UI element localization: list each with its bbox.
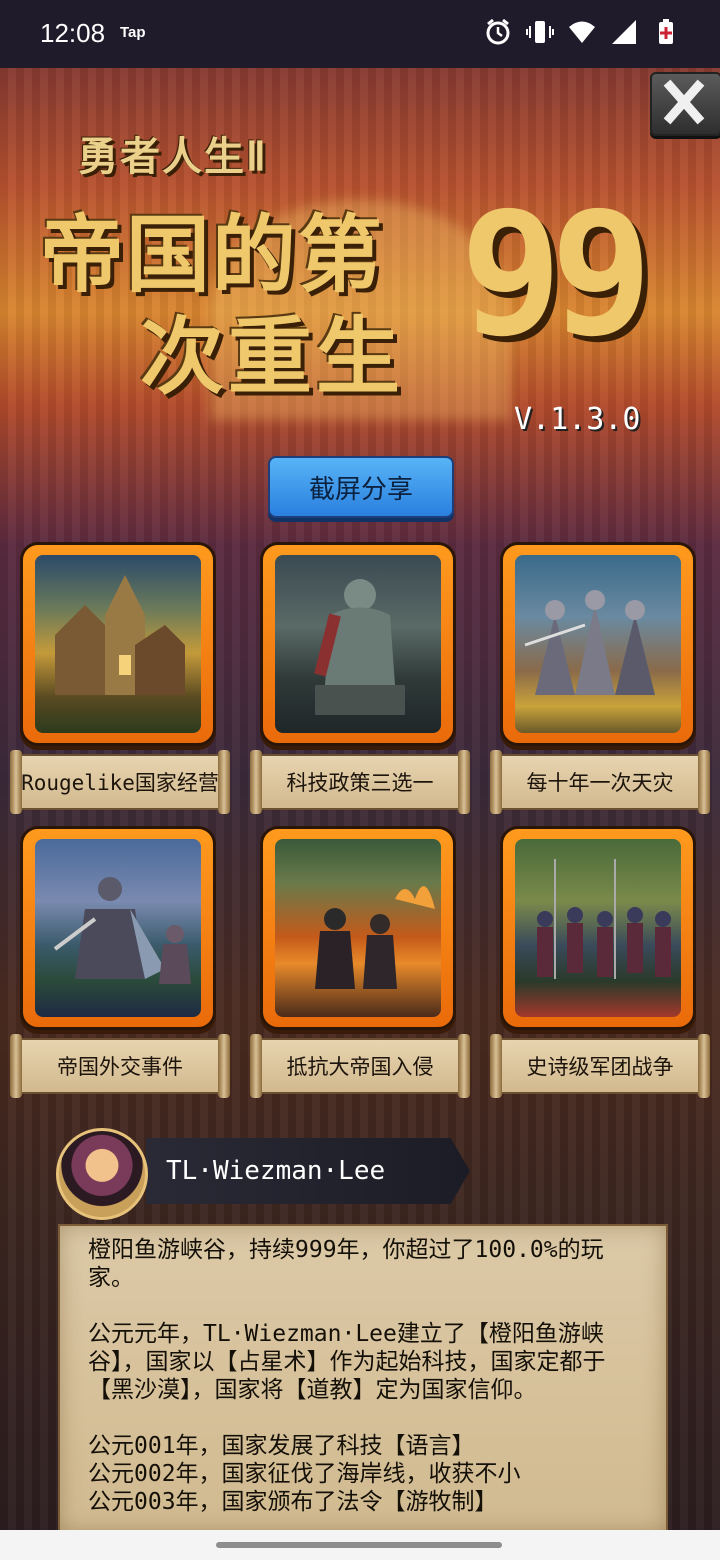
burning-city-icon [275, 839, 441, 1017]
avatar [56, 1128, 148, 1220]
knights-battle-icon [515, 555, 681, 733]
feature-frame [20, 542, 216, 746]
feature-frame [500, 826, 696, 1030]
feature-frame [260, 542, 456, 746]
title-line-2: 次重生 [140, 312, 405, 405]
village-icon [35, 555, 201, 733]
knight-duel-icon [35, 839, 201, 1017]
feature-label: Rougelike国家经营 [10, 750, 230, 814]
signal-icon [610, 18, 638, 46]
status-icons [484, 18, 680, 46]
title-subtitle: 勇者人生Ⅱ [78, 134, 268, 179]
statue-icon [275, 555, 441, 733]
feature-label: 抵抗大帝国入侵 [250, 1034, 470, 1098]
game-title: 勇者人生Ⅱ 帝国的第 次重生 99 [40, 120, 680, 420]
history-log-text: 橙阳鱼游峡谷，持续999年，你超过了100.0%的玩家。 公元元年，TL·Wie… [88, 1237, 606, 1515]
screenshot-share-button[interactable]: 截屏分享 [268, 456, 454, 518]
home-gesture-handle[interactable] [216, 1542, 502, 1548]
vibrate-icon [526, 18, 554, 46]
navigation-bar [0, 1530, 720, 1560]
feature-label: 史诗级军团战争 [490, 1034, 710, 1098]
wifi-icon [568, 18, 596, 46]
status-carrier: Tap [120, 24, 146, 41]
player-profile: TL·Wiezman·Lee [56, 1128, 470, 1220]
feature-label: 帝国外交事件 [10, 1034, 230, 1098]
history-log-panel[interactable]: 橙阳鱼游峡谷，持续999年，你超过了100.0%的玩家。 公元元年，TL·Wie… [58, 1224, 668, 1534]
army-march-icon [515, 839, 681, 1017]
status-bar: 12:08 Tap [0, 0, 720, 68]
feature-frame [500, 542, 696, 746]
feature-label: 科技政策三选一 [250, 750, 470, 814]
title-number: 99 [460, 176, 653, 374]
feature-frame [20, 826, 216, 1030]
feature-frame [260, 826, 456, 1030]
player-name: TL·Wiezman·Lee [166, 1156, 386, 1186]
version-label: V.1.3.0 [514, 402, 641, 437]
feature-label: 每十年一次天灾 [490, 750, 710, 814]
alarm-icon [484, 18, 512, 46]
status-time: 12:08 [40, 18, 106, 48]
battery-icon [652, 18, 680, 46]
